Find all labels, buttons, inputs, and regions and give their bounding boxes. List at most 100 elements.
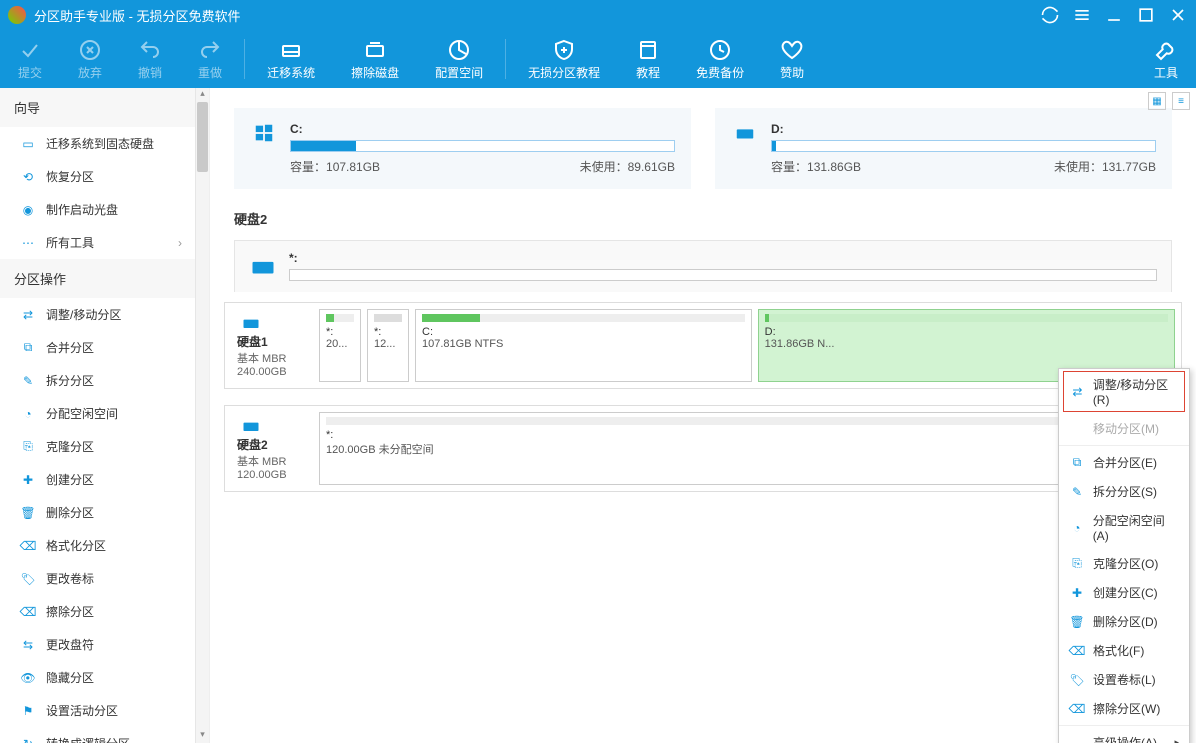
ctx-merge[interactable]: ⧉合并分区(E)	[1059, 448, 1189, 477]
sidebar-item-format[interactable]: ⌫格式化分区	[0, 529, 196, 562]
sidebar-head-wizard: 向导	[0, 88, 196, 127]
undo-icon	[138, 38, 162, 62]
window-title: 分区助手专业版 - 无损分区免费软件	[34, 6, 1040, 25]
wipe-button[interactable]: 擦除磁盘	[333, 30, 417, 88]
clone-icon: ⎘	[1069, 556, 1085, 571]
tutorial1-button[interactable]: 无损分区教程	[510, 30, 618, 88]
format-icon: ⌫	[20, 538, 36, 554]
disk-head[interactable]: 硬盘2 基本 MBR 120.00GB	[231, 412, 313, 485]
resize-icon: ⇄	[1070, 385, 1085, 399]
clone-icon: ⎘	[20, 439, 36, 455]
view-grid-button[interactable]: ▦	[1148, 92, 1166, 110]
context-menu: ⇄调整/移动分区(R) 移动分区(M) ⧉合并分区(E) ✎拆分分区(S) ◔分…	[1058, 368, 1190, 743]
sidebar-item-letter[interactable]: ⇆更改盘符	[0, 628, 196, 661]
partition-star1[interactable]: *: 20...	[319, 309, 361, 382]
undo-button[interactable]: 撤销	[120, 30, 180, 88]
drive-icon	[237, 313, 265, 333]
disk-row-1: 硬盘1 基本 MBR 240.00GB *: 20... *: 12... C:	[224, 302, 1182, 389]
ctx-advanced[interactable]: 高级操作(A)▸	[1059, 728, 1189, 743]
drive-letter: D:	[771, 122, 1156, 136]
free-icon: ◔	[20, 406, 36, 422]
sidebar-item-create[interactable]: ✚创建分区	[0, 463, 196, 496]
x-circle-icon	[78, 38, 102, 62]
minimize-icon[interactable]	[1104, 5, 1124, 25]
scroll-down-icon[interactable]: ▾	[196, 729, 209, 743]
disk-row-2: 硬盘2 基本 MBR 120.00GB *: 120.00GB 未分配空间	[224, 405, 1182, 492]
commit-button[interactable]: 提交	[0, 30, 60, 88]
sidebar-item-logical[interactable]: ↻转换成逻辑分区	[0, 727, 196, 743]
trash-icon: 🗑	[1069, 615, 1085, 629]
shield-icon	[552, 38, 576, 62]
migrate-button[interactable]: 迁移系统	[249, 30, 333, 88]
partition-star2[interactable]: *: 12...	[367, 309, 409, 382]
backup-button[interactable]: 免费备份	[678, 30, 762, 88]
sidebar-item-wipe[interactable]: ⌫擦除分区	[0, 595, 196, 628]
ctx-split[interactable]: ✎拆分分区(S)	[1059, 477, 1189, 506]
sidebar-item-hide[interactable]: 👁隐藏分区	[0, 661, 196, 694]
sidebar-item-resize[interactable]: ⇄调整/移动分区	[0, 298, 196, 331]
create-icon: ✚	[20, 472, 36, 488]
usage-bar	[771, 140, 1156, 152]
maximize-icon[interactable]	[1136, 5, 1156, 25]
drive-card-c[interactable]: C: 容量：107.81GB 未使用：89.61GB	[234, 108, 691, 189]
ctx-create[interactable]: ✚创建分区(C)	[1059, 578, 1189, 607]
disk2-label: 硬盘2	[210, 199, 1196, 234]
sidebar-item-boot-disc[interactable]: ◉制作启动光盘	[0, 193, 196, 226]
tutorial2-button[interactable]: 教程	[618, 30, 678, 88]
ctx-format[interactable]: ⌫格式化(F)	[1059, 636, 1189, 665]
sidebar-item-active[interactable]: ⚑设置活动分区	[0, 694, 196, 727]
tools-button[interactable]: 工具	[1136, 30, 1196, 88]
convert-icon: ↻	[20, 736, 36, 743]
sidebar-item-split[interactable]: ✎拆分分区	[0, 364, 196, 397]
drive-icon	[249, 251, 277, 282]
ctx-wipe[interactable]: ⌫擦除分区(W)	[1059, 694, 1189, 723]
drive-letter: C:	[290, 122, 675, 136]
sidebar-item-migrate-ssd[interactable]: ▭迁移系统到固态硬盘	[0, 127, 196, 160]
sidebar-item-delete[interactable]: 🗑删除分区	[0, 496, 196, 529]
recover-icon: ⟲	[20, 169, 36, 185]
ctx-free[interactable]: ◔分配空闲空间(A)	[1059, 506, 1189, 549]
menu-icon[interactable]	[1072, 5, 1092, 25]
ctx-move: 移动分区(M)	[1059, 414, 1189, 443]
sidebar-item-label[interactable]: 🏷更改卷标	[0, 562, 196, 595]
allocate-button[interactable]: 配置空间	[417, 30, 501, 88]
flag-icon: ⚑	[20, 703, 36, 719]
discard-button[interactable]: 放弃	[60, 30, 120, 88]
donate-button[interactable]: 赞助	[762, 30, 822, 88]
scroll-thumb[interactable]	[197, 102, 208, 172]
sidebar-item-all-tools[interactable]: ⋯所有工具›	[0, 226, 196, 259]
ssd-icon: ▭	[20, 136, 36, 152]
disk2-card[interactable]: *:	[234, 240, 1172, 292]
merge-icon: ⧉	[20, 340, 36, 356]
ctx-clone[interactable]: ⎘克隆分区(O)	[1059, 549, 1189, 578]
book-icon	[636, 38, 660, 62]
view-list-button[interactable]: ≡	[1172, 92, 1190, 110]
close-icon[interactable]	[1168, 5, 1188, 25]
sidebar-scrollbar[interactable]: ▴ ▾	[195, 88, 209, 743]
disc-icon: ◉	[20, 202, 36, 218]
ctx-label[interactable]: 🏷设置卷标(L)	[1059, 665, 1189, 694]
windows-icon	[250, 122, 278, 144]
scroll-up-icon[interactable]: ▴	[196, 88, 209, 102]
check-icon	[18, 38, 42, 62]
dots-icon: ⋯	[20, 235, 36, 251]
sidebar-item-clone[interactable]: ⎘克隆分区	[0, 430, 196, 463]
partition-c[interactable]: C: 107.81GB NTFS	[415, 309, 752, 382]
sidebar-item-free[interactable]: ◔分配空闲空间	[0, 397, 196, 430]
eraser-icon	[363, 38, 387, 62]
tag-icon: 🏷	[1069, 673, 1085, 687]
sidebar-item-merge[interactable]: ⧉合并分区	[0, 331, 196, 364]
tag-icon: 🏷	[20, 571, 36, 587]
merge-icon: ⧉	[1069, 455, 1085, 470]
sidebar-item-recover[interactable]: ⟲恢复分区	[0, 160, 196, 193]
drive-card-d[interactable]: D: 容量：131.86GB 未使用：131.77GB	[715, 108, 1172, 189]
refresh-icon[interactable]	[1040, 5, 1060, 25]
ctx-resize[interactable]: ⇄调整/移动分区(R)	[1063, 371, 1185, 412]
ctx-delete[interactable]: 🗑删除分区(D)	[1059, 607, 1189, 636]
app-logo	[8, 6, 26, 24]
disk-head[interactable]: 硬盘1 基本 MBR 240.00GB	[231, 309, 313, 382]
redo-button[interactable]: 重做	[180, 30, 240, 88]
backup-icon	[708, 38, 732, 62]
chevron-right-icon: ▸	[1174, 737, 1179, 743]
partition-unallocated[interactable]: *: 120.00GB 未分配空间	[319, 412, 1175, 485]
